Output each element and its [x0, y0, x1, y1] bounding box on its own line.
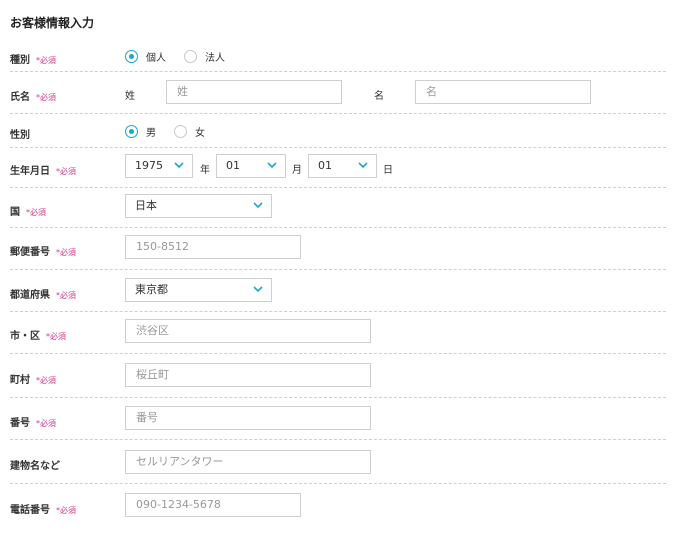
required-badge: *必須	[36, 419, 56, 428]
birth-month-value: 01	[226, 159, 240, 172]
row-postal: 郵便番号 *必須 150-8512	[10, 228, 666, 270]
required-badge: *必須	[56, 291, 76, 300]
required-badge: *必須	[36, 376, 56, 385]
radio-male[interactable]	[125, 125, 138, 138]
city-label: 市・区 *必須	[10, 331, 66, 342]
year-unit: 年	[200, 165, 210, 176]
birth-month-select[interactable]: 01	[216, 154, 286, 178]
country-select[interactable]: 日本	[125, 194, 272, 218]
first-name-input[interactable]: 名	[415, 80, 591, 104]
birth-day-value: 01	[318, 159, 332, 172]
phone-input[interactable]: 090-1234-5678	[125, 493, 301, 517]
row-gender: 性別 男 女	[10, 114, 666, 148]
postal-label: 郵便番号 *必須	[10, 247, 76, 258]
section-title: お客様情報入力	[10, 16, 95, 30]
radio-individual-label[interactable]: 個人	[146, 49, 166, 64]
postal-code-input[interactable]: 150-8512	[125, 235, 301, 259]
radio-male-label[interactable]: 男	[146, 124, 156, 139]
row-contract-type: 種別 *必須 個人 法人	[10, 40, 666, 72]
birth-year-select[interactable]: 1975	[125, 154, 193, 178]
row-address-number: 番号 *必須 番号	[10, 398, 666, 440]
required-badge: *必須	[26, 208, 46, 217]
row-building: 建物名など セルリアンタワー	[10, 440, 666, 484]
row-prefecture: 都道府県 *必須 東京都	[10, 270, 666, 312]
gender-label: 性別	[10, 130, 30, 141]
radio-individual[interactable]	[125, 50, 138, 63]
name-label: 氏名 *必須	[10, 92, 56, 103]
gender-radio-group: 男 女	[125, 124, 223, 139]
prefecture-label: 都道府県 *必須	[10, 290, 76, 301]
country-value: 日本	[135, 199, 157, 212]
last-name-label: 姓	[125, 91, 135, 102]
chevron-down-icon	[253, 202, 263, 209]
prefecture-select[interactable]: 東京都	[125, 278, 272, 302]
required-badge: *必須	[56, 506, 76, 515]
row-city: 市・区 *必須 渋谷区	[10, 312, 666, 354]
address-number-input[interactable]: 番号	[125, 406, 371, 430]
radio-corporate-label[interactable]: 法人	[205, 49, 225, 64]
row-phone: 電話番号 *必須 090-1234-5678	[10, 484, 666, 528]
row-birthdate: 生年月日 *必須 1975 年 01 月 01 日	[10, 148, 666, 188]
first-name-label: 名	[374, 91, 384, 102]
address-number-label: 番号 *必須	[10, 418, 56, 429]
phone-label: 電話番号 *必須	[10, 505, 76, 516]
contract-type-label: 種別 *必須	[10, 55, 56, 66]
required-badge: *必須	[36, 93, 56, 102]
day-unit: 日	[383, 165, 393, 176]
building-label: 建物名など	[10, 461, 60, 472]
prefecture-value: 東京都	[135, 283, 168, 296]
town-input[interactable]: 桜丘町	[125, 363, 371, 387]
country-label: 国 *必須	[10, 207, 46, 218]
required-badge: *必須	[56, 248, 76, 257]
radio-corporate[interactable]	[184, 50, 197, 63]
radio-female[interactable]	[174, 125, 187, 138]
month-unit: 月	[292, 165, 302, 176]
building-input[interactable]: セルリアンタワー	[125, 450, 371, 474]
row-name: 氏名 *必須 姓 姓 名 名	[10, 72, 666, 114]
chevron-down-icon	[253, 286, 263, 293]
last-name-input[interactable]: 姓	[166, 80, 342, 104]
chevron-down-icon	[267, 162, 277, 169]
row-town: 町村 *必須 桜丘町	[10, 354, 666, 398]
birth-day-select[interactable]: 01	[308, 154, 377, 178]
chevron-down-icon	[358, 162, 368, 169]
radio-female-label[interactable]: 女	[195, 124, 205, 139]
required-badge: *必須	[36, 56, 56, 65]
city-input[interactable]: 渋谷区	[125, 319, 371, 343]
birth-year-value: 1975	[135, 159, 163, 172]
town-label: 町村 *必須	[10, 375, 56, 386]
required-badge: *必須	[46, 332, 66, 341]
row-country: 国 *必須 日本	[10, 188, 666, 228]
birthdate-label: 生年月日 *必須	[10, 166, 76, 177]
chevron-down-icon	[174, 162, 184, 169]
required-badge: *必須	[56, 167, 76, 176]
contract-type-radio-group: 個人 法人	[125, 49, 243, 64]
